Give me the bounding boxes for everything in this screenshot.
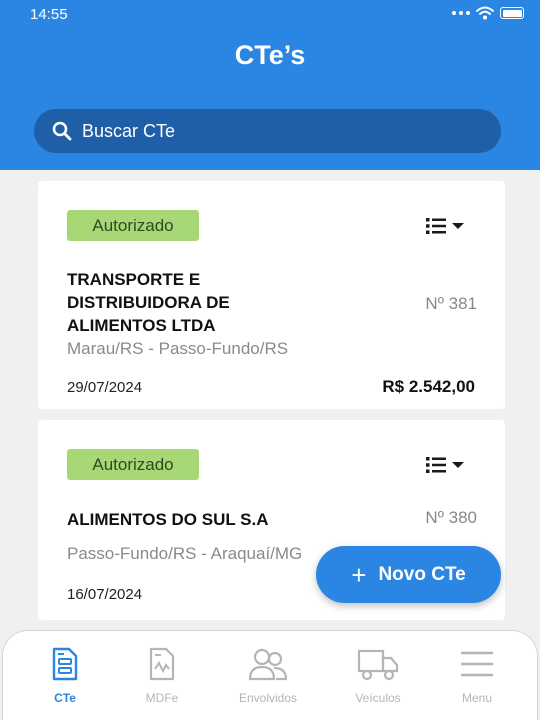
cte-card[interactable]: Autorizado TRANSPORTE E DISTRIBUIDORA DE…: [38, 181, 505, 409]
cte-document-icon: [52, 647, 78, 681]
nav-item-mdfe[interactable]: MDFe: [117, 647, 207, 705]
company-name: TRANSPORTE E DISTRIBUIDORA DE ALIMENTOS …: [67, 270, 230, 335]
new-cte-label: Novo CTe: [378, 563, 466, 585]
status-time: 14:55: [30, 6, 68, 23]
signal-dots-icon: [452, 11, 470, 15]
cte-number: Nº 381: [425, 294, 477, 313]
cte-number: Nº 380: [425, 508, 477, 527]
hamburger-icon: [461, 651, 493, 677]
list-dropdown-icon: [426, 218, 464, 234]
issue-date: 29/07/2024: [67, 379, 143, 396]
search-input[interactable]: [82, 120, 462, 142]
nav-item-veiculos[interactable]: Veículos: [333, 647, 423, 705]
route: Marau/RS - Passo-Fundo/RS: [67, 339, 289, 358]
plus-icon: +: [351, 559, 367, 590]
nav-item-envolvidos[interactable]: Envolvidos: [223, 647, 313, 705]
status-badge: Autorizado: [67, 449, 199, 480]
search-bar[interactable]: [34, 109, 501, 153]
new-cte-button[interactable]: + Novo CTe: [316, 546, 501, 603]
issue-date: 16/07/2024: [67, 586, 143, 603]
status-icons: [452, 6, 524, 20]
mdfe-document-icon: [149, 647, 175, 681]
nav-label-veiculos: Veículos: [355, 691, 401, 705]
battery-icon: [500, 7, 524, 19]
app-header: 14:55 CTe’s: [0, 0, 540, 170]
bottom-nav: CTe MDFe Envolvidos Veículos Menu: [2, 630, 538, 720]
nav-label-menu: Menu: [461, 691, 493, 705]
nav-label-cte: CTe: [54, 691, 76, 705]
cte-amount: R$ 2.542,00: [382, 377, 475, 396]
status-bar: 14:55: [0, 0, 540, 30]
nav-label-envolvidos: Envolvidos: [238, 691, 298, 705]
people-icon: [248, 648, 288, 681]
nav-item-cte[interactable]: CTe: [20, 647, 110, 705]
truck-icon: [357, 649, 399, 681]
card-options-button[interactable]: [424, 453, 468, 477]
wifi-icon: [476, 6, 494, 20]
card-options-button[interactable]: [424, 214, 468, 238]
search-icon: [52, 121, 72, 141]
nav-label-mdfe: MDFe: [145, 691, 179, 705]
status-badge: Autorizado: [67, 210, 199, 241]
nav-item-menu[interactable]: Menu: [432, 647, 522, 705]
page-title: CTe’s: [234, 40, 306, 70]
company-name: ALIMENTOS DO SUL S.A: [67, 510, 269, 529]
route: Passo-Fundo/RS - Araquaí/MG: [67, 544, 303, 563]
list-dropdown-icon: [426, 457, 464, 473]
